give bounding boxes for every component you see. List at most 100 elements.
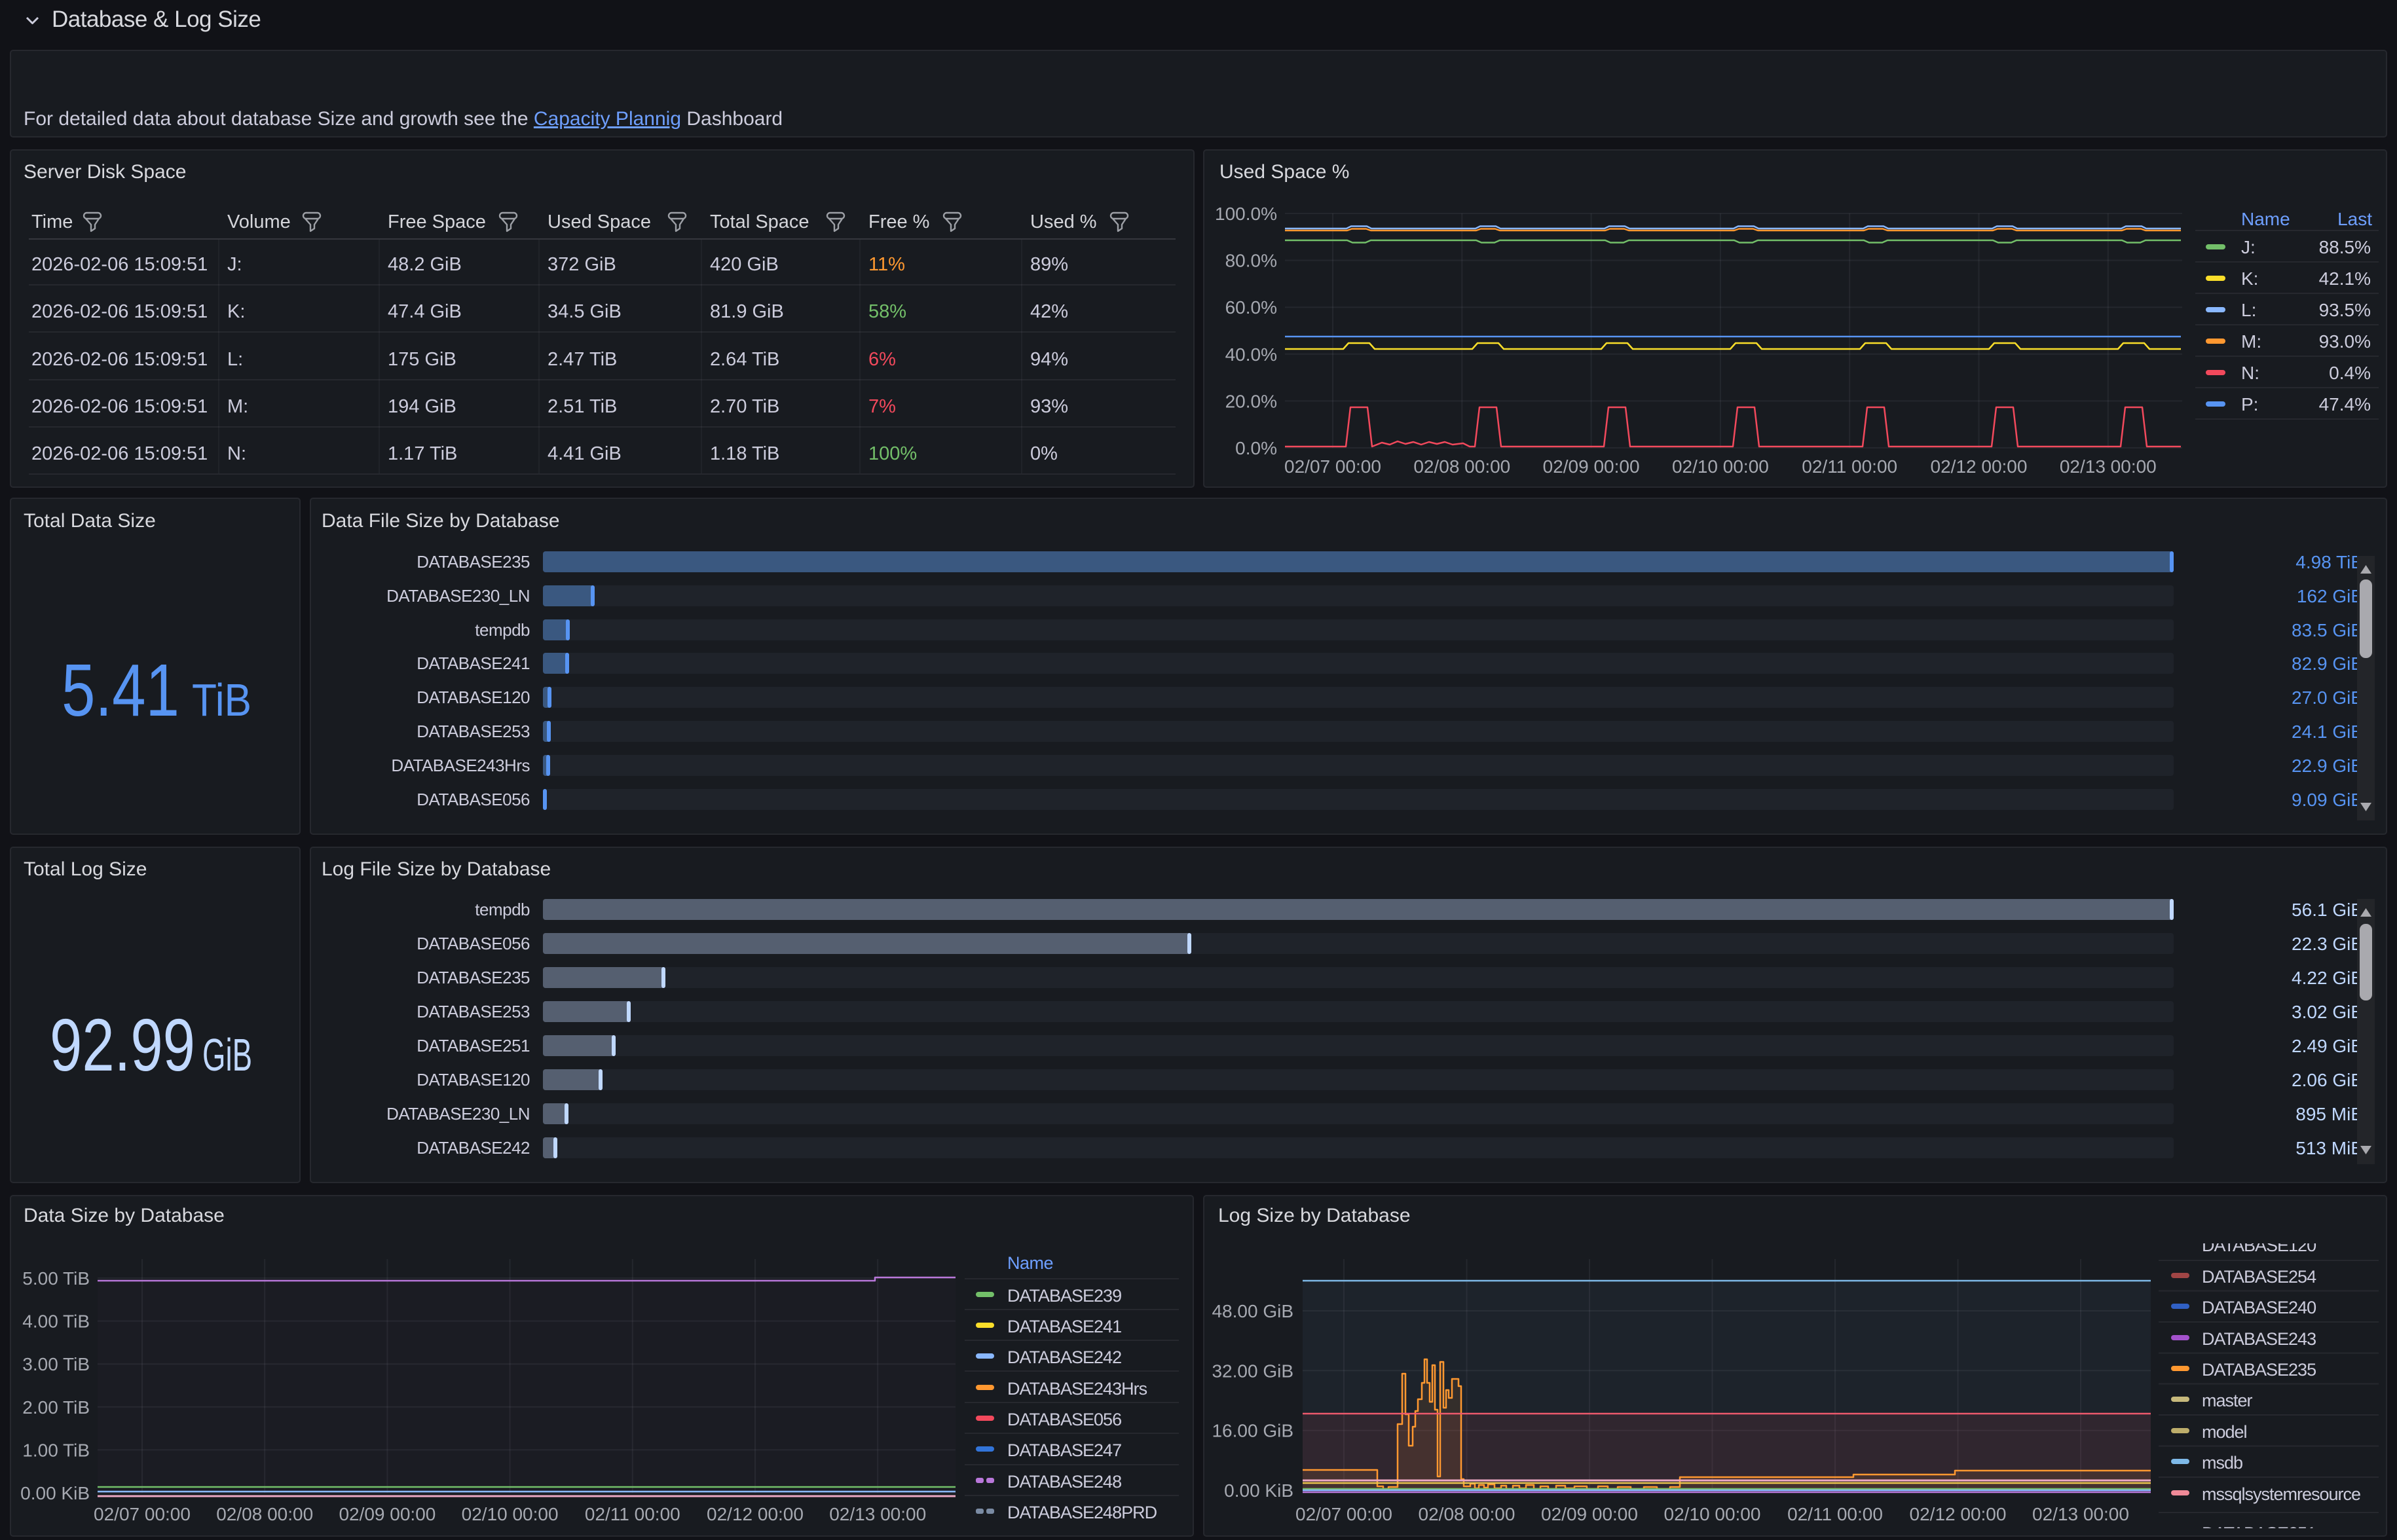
svg-text:TiB: TiB <box>192 674 251 725</box>
svg-text:K:: K: <box>2241 268 2258 289</box>
svg-text:11%: 11% <box>868 254 905 275</box>
svg-text:DATABASE251: DATABASE251 <box>417 1036 530 1055</box>
svg-text:DATABASE243: DATABASE243 <box>2202 1329 2316 1349</box>
svg-text:DATABASE253: DATABASE253 <box>417 722 530 741</box>
svg-text:88.5%: 88.5% <box>2319 237 2371 257</box>
svg-text:5.41: 5.41 <box>62 649 179 731</box>
svg-text:100%: 100% <box>868 443 917 464</box>
svg-text:02/09 00:00: 02/09 00:00 <box>339 1504 436 1524</box>
svg-text:msdb: msdb <box>2202 1453 2242 1473</box>
svg-text:DATABASE254: DATABASE254 <box>2202 1267 2316 1287</box>
svg-text:mssqlsystemresource: mssqlsystemresource <box>2202 1484 2360 1504</box>
svg-text:2.00 TiB: 2.00 TiB <box>22 1397 90 1418</box>
svg-text:42.1%: 42.1% <box>2319 268 2371 289</box>
svg-text:Free %: Free % <box>868 211 929 232</box>
svg-text:L:: L: <box>227 349 243 370</box>
svg-text:DATABASE240: DATABASE240 <box>2202 1298 2316 1317</box>
svg-text:02/07 00:00: 02/07 00:00 <box>1295 1504 1392 1524</box>
svg-text:M:: M: <box>2241 331 2261 352</box>
svg-text:02/12 00:00: 02/12 00:00 <box>1931 456 2028 477</box>
svg-text:Name: Name <box>1007 1253 1053 1273</box>
svg-text:6%: 6% <box>868 349 896 370</box>
svg-text:02/08 00:00: 02/08 00:00 <box>216 1504 313 1524</box>
svg-text:94%: 94% <box>1030 349 1068 370</box>
svg-text:895 MiB: 895 MiB <box>2295 1104 2363 1124</box>
svg-text:513 MiB: 513 MiB <box>2295 1138 2363 1158</box>
svg-text:162 GiB: 162 GiB <box>2297 586 2363 606</box>
svg-text:DATABASE056: DATABASE056 <box>417 790 530 809</box>
svg-text:02/11 00:00: 02/11 00:00 <box>585 1504 680 1524</box>
svg-text:Data File Size by Database: Data File Size by Database <box>322 510 560 532</box>
svg-text:Last: Last <box>2337 209 2372 229</box>
svg-text:Used Space: Used Space <box>548 211 651 232</box>
svg-text:92.99: 92.99 <box>50 1004 195 1086</box>
svg-text:82.9 GiB: 82.9 GiB <box>2292 653 2363 674</box>
svg-text:4.41 GiB: 4.41 GiB <box>548 443 622 464</box>
svg-text:1.18 TiB: 1.18 TiB <box>710 443 779 464</box>
svg-text:2.64 TiB: 2.64 TiB <box>710 349 779 370</box>
svg-text:83.5 GiB: 83.5 GiB <box>2292 620 2363 640</box>
svg-text:Time: Time <box>31 211 73 232</box>
svg-text:0.00 KiB: 0.00 KiB <box>20 1483 90 1503</box>
svg-text:DATABASE243Hrs: DATABASE243Hrs <box>1007 1379 1147 1399</box>
svg-text:89%: 89% <box>1030 254 1068 275</box>
svg-text:Name: Name <box>2241 209 2290 229</box>
svg-text:93.0%: 93.0% <box>2319 331 2371 352</box>
svg-text:4.00 TiB: 4.00 TiB <box>22 1311 90 1332</box>
svg-text:5.00 TiB: 5.00 TiB <box>22 1268 90 1289</box>
svg-text:47.4%: 47.4% <box>2319 394 2371 414</box>
svg-text:02/08 00:00: 02/08 00:00 <box>1413 456 1510 477</box>
svg-text:4.98 TiB: 4.98 TiB <box>2295 552 2363 572</box>
svg-text:DATABASE242: DATABASE242 <box>417 1138 530 1158</box>
svg-text:194 GiB: 194 GiB <box>388 396 456 417</box>
svg-text:Server Disk Space: Server Disk Space <box>24 161 186 183</box>
svg-text:DATABASE248PRD: DATABASE248PRD <box>1007 1503 1157 1522</box>
svg-text:Volume: Volume <box>227 211 291 232</box>
svg-text:1.00 TiB: 1.00 TiB <box>22 1440 90 1460</box>
svg-text:Database & Log Size: Database & Log Size <box>52 7 261 32</box>
svg-text:2026-02-06 15:09:51: 2026-02-06 15:09:51 <box>31 301 208 322</box>
svg-text:93%: 93% <box>1030 396 1068 417</box>
svg-text:2.51 TiB: 2.51 TiB <box>548 396 617 417</box>
svg-text:4.22 GiB: 4.22 GiB <box>2292 968 2363 988</box>
svg-text:1.17 TiB: 1.17 TiB <box>388 443 457 464</box>
svg-text:02/10 00:00: 02/10 00:00 <box>462 1504 559 1524</box>
svg-text:2026-02-06 15:09:51: 2026-02-06 15:09:51 <box>31 254 208 275</box>
svg-text:02/10 00:00: 02/10 00:00 <box>1672 456 1769 477</box>
svg-text:02/09 00:00: 02/09 00:00 <box>1541 1504 1638 1524</box>
svg-text:DATABASE247: DATABASE247 <box>1007 1440 1121 1460</box>
svg-text:2.49 GiB: 2.49 GiB <box>2292 1036 2363 1056</box>
svg-text:DATABASE120: DATABASE120 <box>417 1070 530 1090</box>
svg-text:Total Space: Total Space <box>710 211 809 232</box>
svg-text:02/11 00:00: 02/11 00:00 <box>1802 456 1897 477</box>
svg-text:Used %: Used % <box>1030 211 1097 232</box>
svg-text:0.0%: 0.0% <box>1235 438 1277 458</box>
svg-text:372 GiB: 372 GiB <box>548 254 616 275</box>
svg-text:80.0%: 80.0% <box>1225 251 1277 271</box>
svg-text:02/13 00:00: 02/13 00:00 <box>2032 1504 2129 1524</box>
svg-text:02/13 00:00: 02/13 00:00 <box>2060 456 2157 477</box>
svg-text:For detailed data about databa: For detailed data about database Size an… <box>24 108 783 130</box>
svg-text:40.0%: 40.0% <box>1225 344 1277 365</box>
svg-text:Data Size by Database: Data Size by Database <box>24 1205 225 1226</box>
svg-text:K:: K: <box>227 301 245 322</box>
svg-text:48.2 GiB: 48.2 GiB <box>388 254 462 275</box>
svg-text:Used Space %: Used Space % <box>1219 161 1349 183</box>
svg-text:24.1 GiB: 24.1 GiB <box>2292 722 2363 742</box>
svg-text:47.4 GiB: 47.4 GiB <box>388 301 462 322</box>
svg-text:DATABASE230_LN: DATABASE230_LN <box>386 586 530 606</box>
svg-text:27.0 GiB: 27.0 GiB <box>2292 688 2363 708</box>
svg-text:DATABASE120: DATABASE120 <box>417 688 530 707</box>
svg-text:Log Size by Database: Log Size by Database <box>1218 1205 1411 1226</box>
svg-text:P:: P: <box>2241 394 2258 414</box>
svg-text:02/08 00:00: 02/08 00:00 <box>1419 1504 1515 1524</box>
svg-text:56.1 GiB: 56.1 GiB <box>2292 900 2363 920</box>
svg-text:0.00 KiB: 0.00 KiB <box>1224 1480 1293 1501</box>
svg-text:02/12 00:00: 02/12 00:00 <box>1910 1504 2007 1524</box>
svg-text:Total Log Size: Total Log Size <box>24 858 147 880</box>
svg-text:J:: J: <box>227 254 242 275</box>
svg-text:42%: 42% <box>1030 301 1068 322</box>
svg-text:9.09 GiB: 9.09 GiB <box>2292 790 2363 810</box>
svg-text:02/10 00:00: 02/10 00:00 <box>1664 1504 1761 1524</box>
svg-text:58%: 58% <box>868 301 906 322</box>
